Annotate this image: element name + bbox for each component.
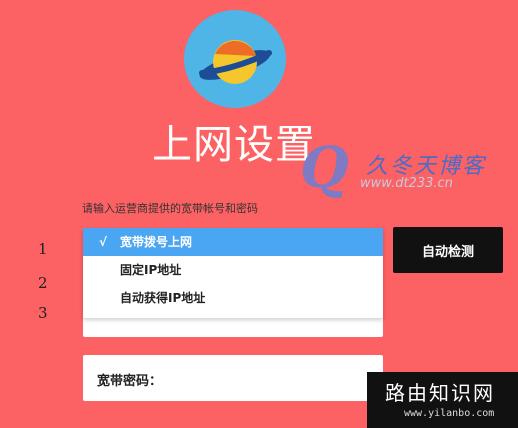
option-label: 固定IP地址: [120, 263, 182, 277]
router-watermark: 路由知识网 www.yilanbo.com: [367, 372, 518, 428]
blog-watermark-q-icon: Q: [300, 135, 349, 201]
option-pppoe[interactable]: √ 宽带拨号上网: [83, 228, 383, 256]
option-label: 自动获得IP地址: [120, 291, 206, 305]
planet-logo-icon: [184, 10, 286, 108]
auto-detect-button[interactable]: 自动检测: [393, 227, 503, 273]
step-number-1: 1: [38, 240, 48, 258]
instruction-text: 请输入运营商提供的宽带帐号和密码: [82, 202, 258, 215]
step-number-2: 2: [38, 274, 48, 292]
blog-watermark-url: www.dt233.cn: [360, 176, 453, 191]
router-watermark-url: www.yilanbo.com: [404, 408, 495, 419]
page-title: 上网设置: [152, 122, 316, 168]
router-watermark-name: 路由知识网: [385, 381, 495, 405]
password-field[interactable]: 宽带密码：: [83, 355, 383, 401]
step-number-3: 3: [38, 304, 48, 322]
check-icon: √: [99, 235, 108, 249]
connection-type-dropdown[interactable]: √ 宽带拨号上网 固定IP地址 自动获得IP地址: [83, 228, 383, 318]
option-dhcp[interactable]: 自动获得IP地址: [83, 284, 383, 312]
option-label: 宽带拨号上网: [120, 235, 193, 249]
blog-watermark: Q 久冬天博客 www.dt233.cn: [300, 140, 518, 200]
option-static-ip[interactable]: 固定IP地址: [83, 256, 383, 284]
password-label: 宽带密码：: [97, 374, 163, 389]
